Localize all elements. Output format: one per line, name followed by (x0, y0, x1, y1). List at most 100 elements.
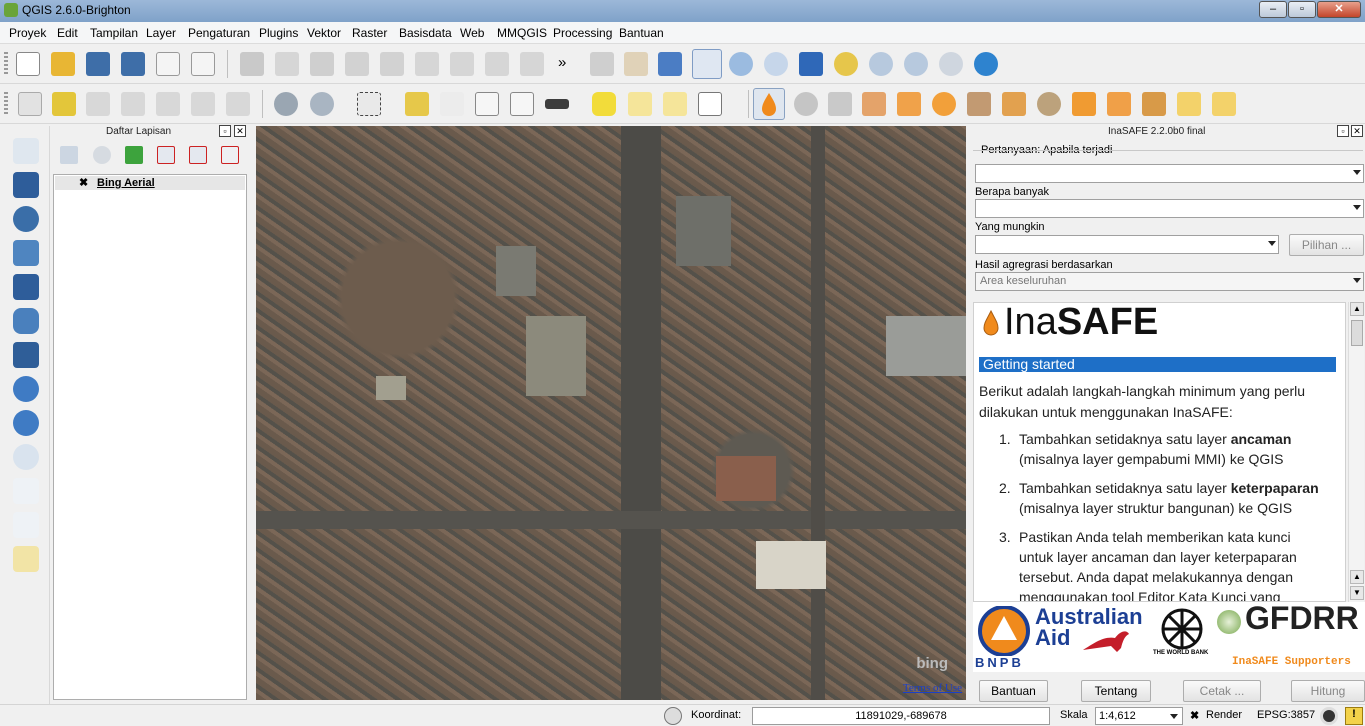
refresh-icon[interactable] (974, 52, 998, 76)
menu-tampilan[interactable]: Tampilan (90, 26, 138, 40)
menu-proyek[interactable]: Proyek (9, 26, 46, 40)
scroll-up-icon[interactable]: ▲ (1350, 570, 1364, 584)
minimize-button[interactable]: – (1259, 1, 1287, 18)
options-icon[interactable] (862, 92, 886, 116)
label-show-hide-icon[interactable] (86, 92, 110, 116)
new-virtual-layer-icon[interactable] (13, 546, 39, 572)
select-icon[interactable] (357, 92, 381, 116)
help-scrollbar[interactable]: ▲ ▲ ▼ (1348, 302, 1364, 602)
pan-icon[interactable] (624, 52, 648, 76)
add-spatialite-layer-icon[interactable] (13, 240, 39, 266)
label-change-icon[interactable] (191, 92, 215, 116)
float-panel-button[interactable]: ▫ (1337, 125, 1349, 137)
save-edits-icon[interactable] (310, 52, 334, 76)
float-panel-button[interactable]: ▫ (219, 125, 231, 137)
coordinate-field[interactable]: 11891029,-689678 (752, 707, 1050, 725)
render-checkbox[interactable]: ✖ (1190, 709, 1199, 722)
add-wms-layer-icon[interactable] (13, 376, 39, 402)
analysis-extent-icon[interactable] (1107, 92, 1131, 116)
scroll-up-icon[interactable]: ▲ (1350, 302, 1364, 316)
delete-selected-icon[interactable] (450, 52, 474, 76)
scale-combo[interactable]: 1:4,612 (1095, 707, 1183, 725)
keywords-editor-icon[interactable] (794, 92, 818, 116)
label-tool-icon[interactable] (18, 92, 42, 116)
menu-processing[interactable]: Processing (553, 26, 612, 40)
node-tool-icon[interactable] (415, 52, 439, 76)
zoom-out-icon[interactable] (729, 52, 753, 76)
warning-icon[interactable]: ! (1345, 707, 1363, 725)
add-wfs-layer-icon[interactable] (13, 444, 39, 470)
expand-all-icon[interactable] (157, 146, 175, 164)
zoom-actual-size-icon[interactable] (764, 52, 788, 76)
minimum-needs-icon[interactable] (897, 92, 921, 116)
zoom-in-icon[interactable] (692, 49, 722, 79)
field-calculator-icon[interactable] (440, 92, 464, 116)
zoom-last-icon[interactable] (904, 52, 928, 76)
menu-pengaturan[interactable]: Pengaturan (188, 26, 250, 40)
close-button[interactable]: ✕ (1317, 1, 1361, 18)
save-project-icon[interactable] (86, 52, 110, 76)
crs-globe-icon[interactable] (1320, 707, 1338, 725)
menu-web[interactable]: Web (460, 26, 484, 40)
new-shapefile-icon[interactable] (13, 512, 39, 538)
clip-icon[interactable] (1177, 92, 1201, 116)
help-button[interactable]: Bantuan (979, 680, 1048, 702)
shakemap-converter-icon[interactable] (932, 92, 956, 116)
filter-legend-icon[interactable] (125, 146, 143, 164)
map-tips-icon[interactable] (592, 92, 616, 116)
menu-edit[interactable]: Edit (57, 26, 78, 40)
zoom-next-icon[interactable] (939, 52, 963, 76)
deselect-icon[interactable] (405, 92, 429, 116)
impact-functions-icon[interactable] (828, 92, 852, 116)
zoom-to-layer-icon[interactable] (869, 52, 893, 76)
scroll-thumb[interactable] (1351, 320, 1363, 346)
new-bookmark-icon[interactable] (628, 92, 652, 116)
current-edits-icon[interactable] (275, 52, 299, 76)
label-pin-icon[interactable] (52, 92, 76, 116)
toggle-editing-icon[interactable] (240, 52, 264, 76)
menu-bantuan[interactable]: Bantuan (619, 26, 664, 40)
add-group-icon[interactable] (60, 146, 78, 164)
menu-mmqgis[interactable]: MMQGIS (497, 26, 547, 40)
function-combo[interactable] (975, 235, 1279, 254)
messages-icon[interactable] (664, 707, 682, 725)
crs-status[interactable]: EPSG:3857 (1257, 709, 1315, 721)
add-oracle-layer-icon[interactable] (13, 308, 39, 334)
scroll-down-icon[interactable]: ▼ (1350, 586, 1364, 600)
new-project-icon[interactable] (16, 52, 40, 76)
label-highlight-icon[interactable] (226, 92, 250, 116)
print-button[interactable]: Cetak ... (1183, 680, 1261, 702)
add-sqlanywhere-layer-icon[interactable] (13, 342, 39, 368)
attribute-table-icon[interactable] (475, 92, 499, 116)
collapse-all-icon[interactable] (189, 146, 207, 164)
measure-line-icon[interactable] (545, 99, 569, 109)
add-vector-layer-icon[interactable] (13, 138, 39, 164)
toolbar-grip[interactable] (4, 52, 8, 76)
identify-icon[interactable] (274, 92, 298, 116)
statistics-icon[interactable] (510, 92, 534, 116)
close-panel-button[interactable]: ✕ (234, 125, 246, 137)
map-canvas[interactable]: bing Terms of Use (256, 126, 966, 700)
menu-vektor[interactable]: Vektor (307, 26, 341, 40)
menu-plugins[interactable]: Plugins (259, 26, 298, 40)
toolbar-grip[interactable] (4, 92, 8, 116)
pan-map-to-selection-icon[interactable] (590, 52, 614, 76)
show-bookmarks-icon[interactable] (663, 92, 687, 116)
close-panel-button[interactable]: ✕ (1351, 125, 1363, 137)
add-raster-layer-icon[interactable] (13, 172, 39, 198)
function-options-button[interactable]: Pilihan ... (1289, 234, 1364, 256)
composer-manager-icon[interactable] (191, 52, 215, 76)
layer-visibility-checkbox[interactable]: ✖ (79, 178, 90, 189)
add-delimited-text-icon[interactable] (13, 478, 39, 504)
aggregation-combo[interactable]: Area keseluruhan (975, 272, 1364, 291)
label-rotate-icon[interactable] (156, 92, 180, 116)
terms-of-use-link[interactable]: Terms of Use (903, 682, 962, 694)
action-icon[interactable] (310, 92, 334, 116)
menu-raster[interactable]: Raster (352, 26, 387, 40)
save-output-icon[interactable] (1212, 92, 1236, 116)
add-mssql-layer-icon[interactable] (13, 274, 39, 300)
layer-name[interactable]: Bing Aerial (97, 177, 155, 189)
copy-features-icon[interactable] (520, 52, 544, 76)
menu-layer[interactable]: Layer (146, 26, 176, 40)
remove-layer-icon[interactable] (221, 146, 239, 164)
